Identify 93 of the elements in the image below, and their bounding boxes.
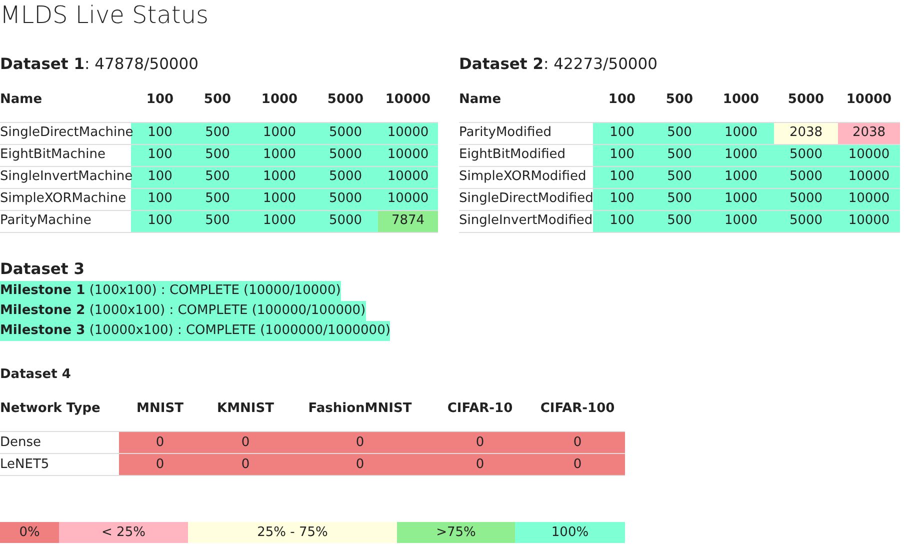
- column-header: 1000: [708, 78, 774, 122]
- table-cell: 1000: [246, 166, 313, 188]
- table-cell: 10000: [838, 210, 900, 232]
- row-name: ParityModified: [459, 122, 593, 144]
- table-cell: 500: [651, 166, 708, 188]
- table-cell: 1000: [246, 122, 313, 144]
- milestone-status: Milestone 2 (1000x100) : COMPLETE (100000/100000): [0, 300, 366, 320]
- table-cell: 5000: [313, 122, 378, 144]
- table-cell: 1000: [246, 144, 313, 166]
- table-cell: 0: [430, 454, 530, 476]
- column-header: CIFAR-10: [430, 388, 530, 432]
- table-cell: 500: [651, 144, 708, 166]
- table-cell: 10000: [838, 144, 900, 166]
- table-cell: 0: [201, 432, 290, 454]
- table-cell: 1000: [246, 188, 313, 210]
- dataset-heading: Dataset 1: 47878/50000: [0, 54, 200, 75]
- table-cell: 0: [530, 454, 625, 476]
- milestone-status: Milestone 3 (10000x100) : COMPLETE (1000000/1000000): [0, 320, 390, 340]
- column-header: 100: [131, 78, 189, 122]
- milestone-status: Milestone 1 (100x100) : COMPLETE (10000/10000): [0, 280, 341, 300]
- column-header: 5000: [313, 78, 378, 122]
- table-cell: 0: [290, 454, 430, 476]
- column-header: MNIST: [119, 388, 201, 432]
- table-cell: 10000: [838, 166, 900, 188]
- column-header: Name: [0, 78, 131, 122]
- table-cell: 1000: [708, 144, 774, 166]
- table-cell: 7874: [378, 210, 438, 232]
- table-cell: 0: [430, 432, 530, 454]
- column-header: FashionMNIST: [290, 388, 430, 432]
- table-cell: 0: [201, 454, 290, 476]
- table-cell: 5000: [313, 166, 378, 188]
- column-header: Name: [459, 78, 593, 122]
- table-cell: 500: [651, 210, 708, 232]
- table-cell: 1000: [708, 122, 774, 144]
- table-cell: 500: [189, 210, 246, 232]
- table-cell: 10000: [378, 166, 438, 188]
- table-cell: 500: [651, 188, 708, 210]
- column-header: 10000: [378, 78, 438, 122]
- table-cell: 100: [131, 166, 189, 188]
- table-cell: 10000: [378, 122, 438, 144]
- page-title: MLDS Live Status: [0, 0, 210, 30]
- legend-item: 0%: [0, 522, 59, 543]
- row-name: Dense: [0, 432, 119, 454]
- column-header: 500: [189, 78, 246, 122]
- column-header: CIFAR-100: [530, 388, 625, 432]
- table-cell: 10000: [838, 188, 900, 210]
- table-cell: 100: [131, 188, 189, 210]
- table-cell: 0: [290, 432, 430, 454]
- column-header: 500: [651, 78, 708, 122]
- table-cell: 100: [131, 210, 189, 232]
- table-cell: 0: [530, 432, 625, 454]
- table-cell: 2038: [774, 122, 838, 144]
- table-cell: 0: [119, 454, 201, 476]
- column-header: Network Type: [0, 388, 119, 432]
- legend-item: 25% - 75%: [188, 522, 397, 543]
- table-cell: 1000: [708, 188, 774, 210]
- column-header: 1000: [246, 78, 313, 122]
- table-cell: 100: [593, 188, 651, 210]
- table-cell: 1000: [708, 166, 774, 188]
- table-cell: 500: [651, 122, 708, 144]
- table-cell: 10000: [378, 188, 438, 210]
- table-cell: 100: [593, 166, 651, 188]
- table-cell: 2038: [838, 122, 900, 144]
- legend-item: < 25%: [59, 522, 188, 543]
- column-header: 5000: [774, 78, 838, 122]
- table-cell: 5000: [774, 144, 838, 166]
- table-cell: 500: [189, 166, 246, 188]
- dataset-heading: Dataset 3: [0, 258, 86, 280]
- table-cell: 5000: [313, 188, 378, 210]
- table-cell: 1000: [708, 210, 774, 232]
- column-header: 10000: [838, 78, 900, 122]
- table-cell: 100: [131, 122, 189, 144]
- table-cell: 5000: [774, 210, 838, 232]
- table-cell: 100: [593, 122, 651, 144]
- table-cell: 1000: [246, 210, 313, 232]
- dataset-heading: Dataset 4: [0, 366, 72, 384]
- column-header: KMNIST: [201, 388, 290, 432]
- table-cell: 5000: [774, 166, 838, 188]
- legend-item: >75%: [397, 522, 515, 543]
- table-cell: 100: [593, 144, 651, 166]
- dataset-heading: Dataset 2: 42273/50000: [459, 54, 659, 75]
- table-cell: 5000: [313, 144, 378, 166]
- table-cell: 100: [131, 144, 189, 166]
- legend-item: 100%: [515, 522, 625, 543]
- table-cell: 500: [189, 188, 246, 210]
- table-cell: 10000: [378, 144, 438, 166]
- table-cell: 500: [189, 122, 246, 144]
- table-cell: 500: [189, 144, 246, 166]
- column-header: 100: [593, 78, 651, 122]
- table-cell: 5000: [774, 188, 838, 210]
- table-cell: 0: [119, 432, 201, 454]
- table-cell: 5000: [313, 210, 378, 232]
- table-cell: 100: [593, 210, 651, 232]
